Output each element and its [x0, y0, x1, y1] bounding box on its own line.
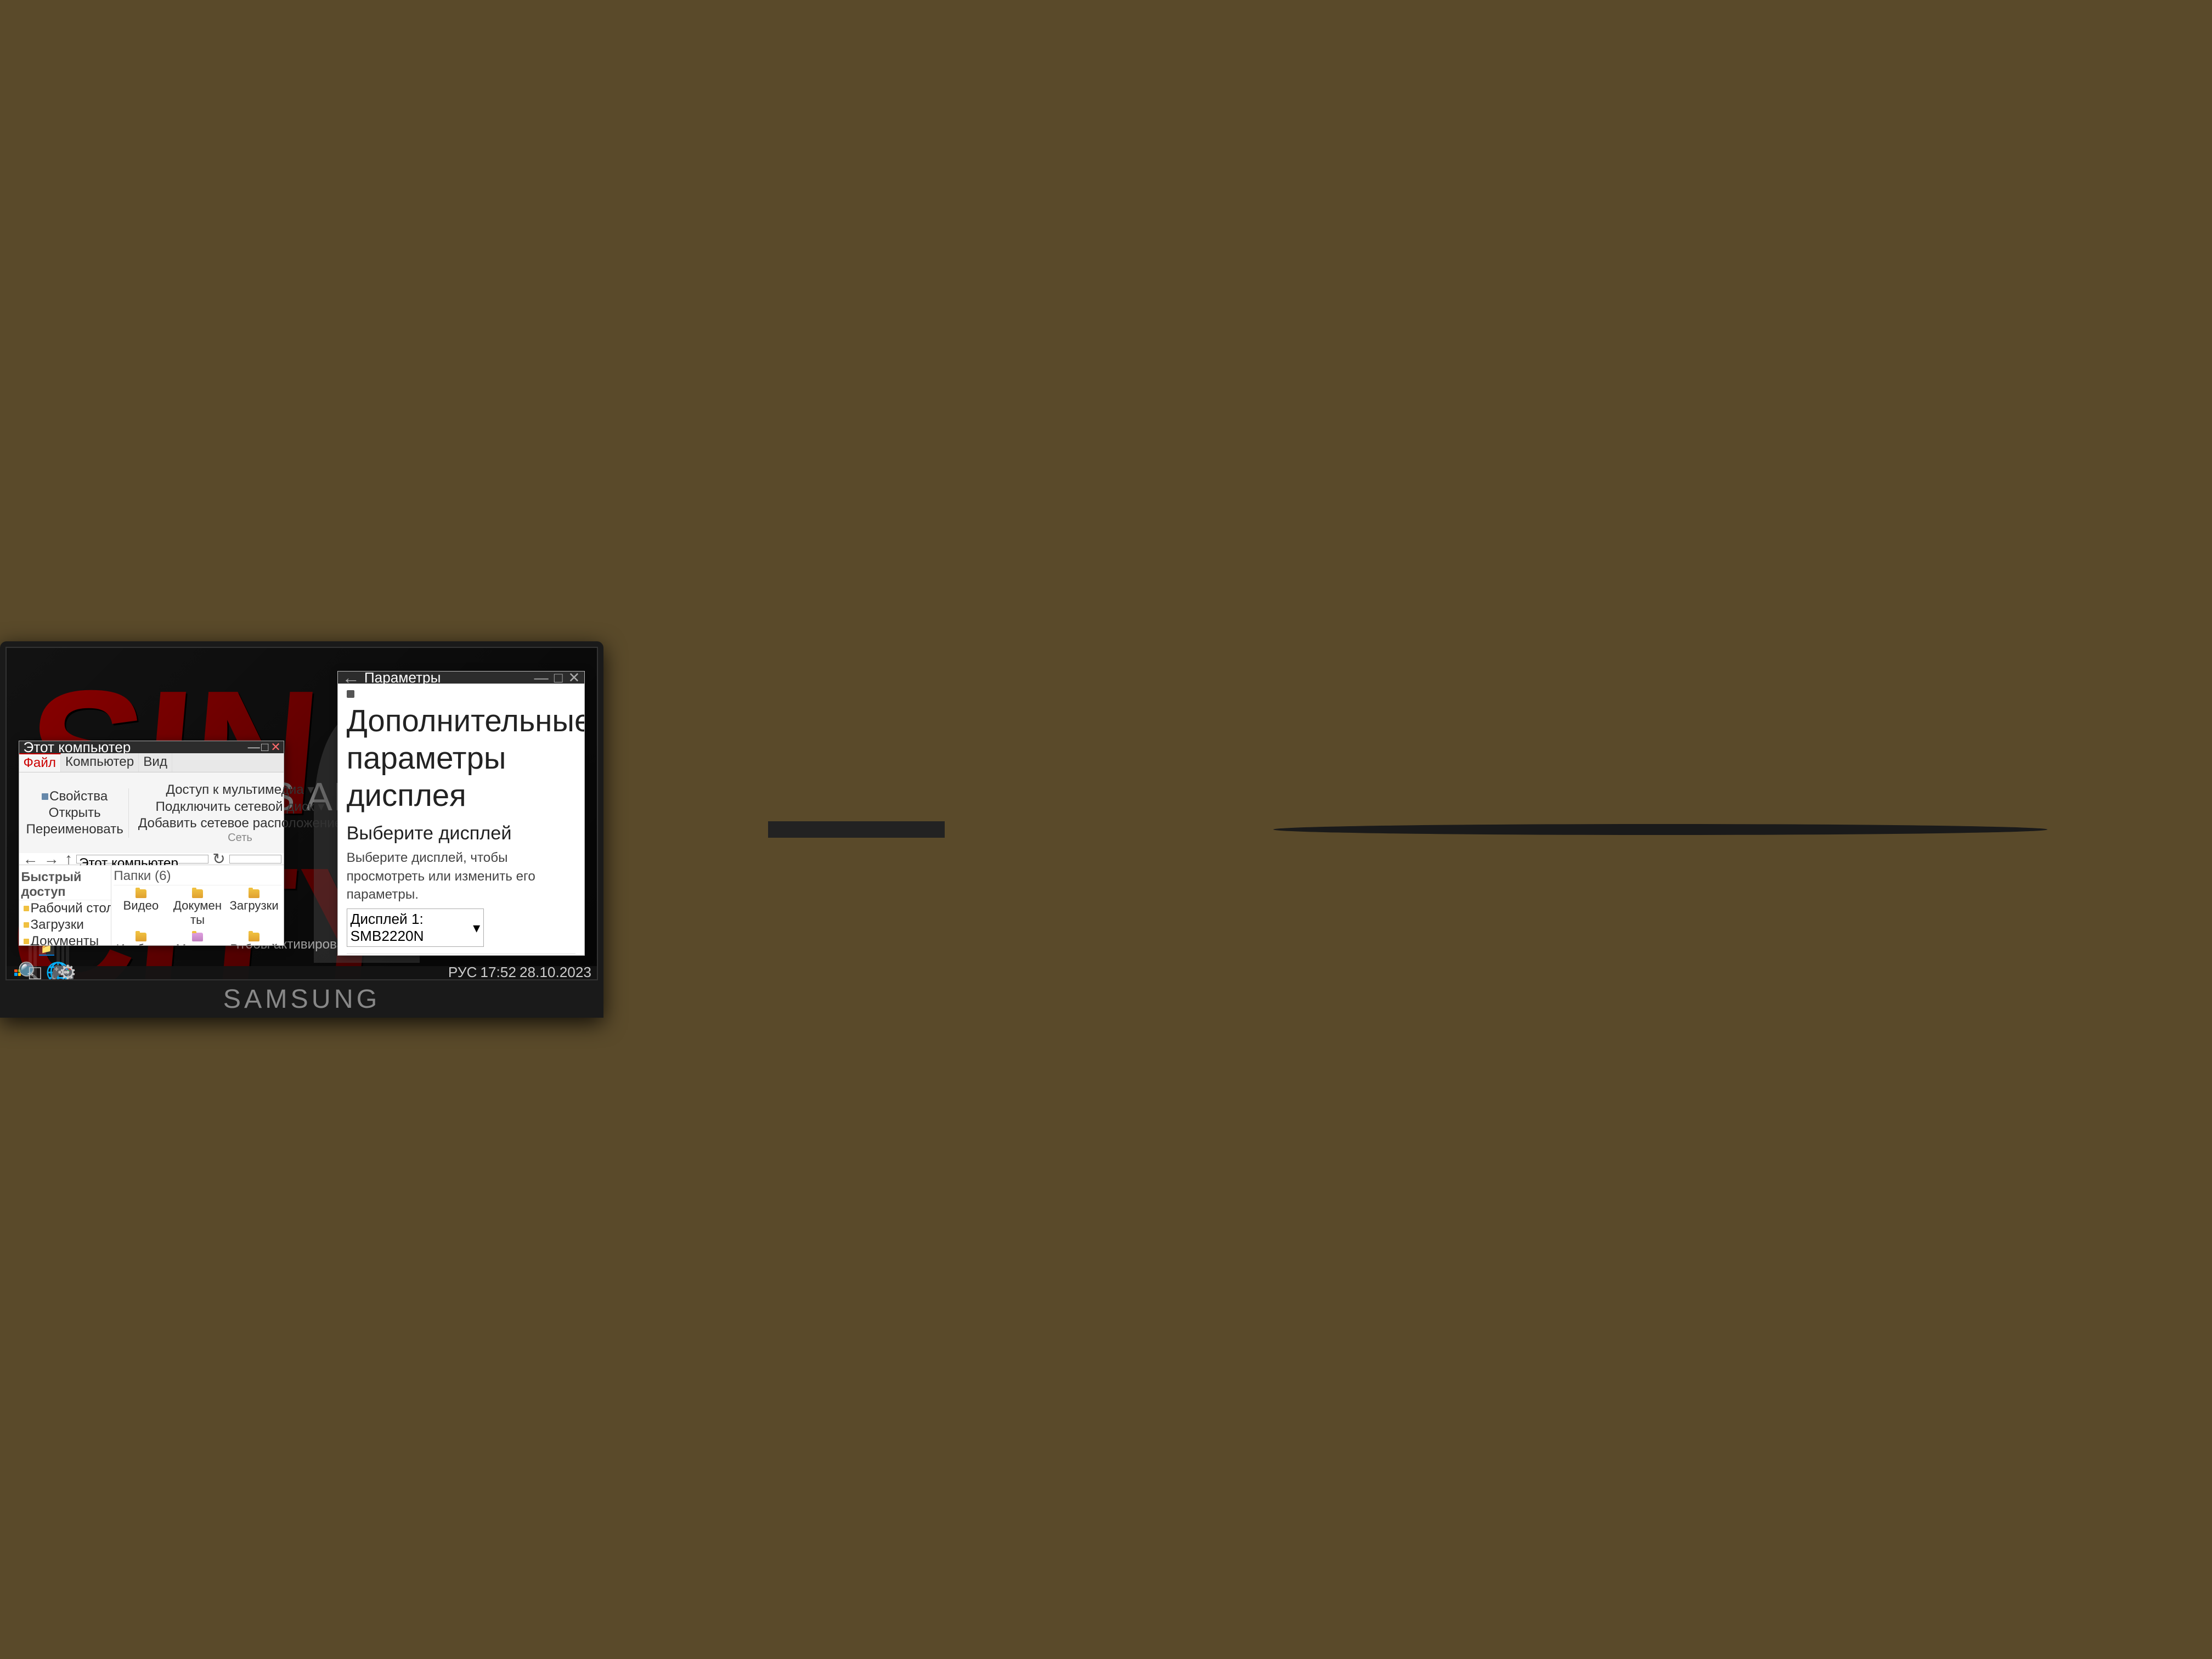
settings-divider	[347, 953, 576, 954]
search-field[interactable]	[229, 855, 281, 864]
ribbon-group-location: Свойства Открыть Переименовать	[21, 788, 129, 838]
file-explorer-window: Этот компьютер — □ ✕ Файл Компьютер Вид	[19, 741, 284, 946]
tab-computer[interactable]: Компьютер	[61, 753, 139, 772]
select-display-title: Выберите дисплей	[347, 823, 576, 844]
address-field[interactable]: Этот компьютер	[76, 855, 208, 864]
ribbon-group-network: Доступ к мультимедиа ▾ Подключить сетево…	[133, 781, 347, 844]
monitor-outer: SIN CITY IN THEATERS APRIL 1ST Этот комп…	[0, 641, 603, 1018]
folder-desktop[interactable]: Рабочий стол	[227, 931, 281, 945]
network-disk-button[interactable]: Подключить сетевой диск ▾	[154, 798, 326, 815]
address-bar: ← → ↑ Этот компьютер ↻	[19, 853, 284, 865]
properties-button[interactable]: Свойства	[40, 788, 109, 805]
settings-content: Дополнительные параметры дисплея Выберит…	[338, 684, 585, 955]
multimedia-button[interactable]: Доступ к мультимедиа ▾	[164, 781, 315, 798]
taskbar-right: РУС 17:52 28.10.2023	[448, 964, 595, 980]
sidebar-item-downloads[interactable]: Загрузки	[19, 917, 111, 933]
folders-section-header: Папки (6)	[114, 867, 281, 885]
tab-view[interactable]: Вид	[139, 753, 172, 772]
explorer-body: Быстрый доступ Рабочий стол Загрузки Док…	[19, 865, 284, 945]
ribbon-content: Свойства Открыть Переименовать Доступ к …	[19, 772, 284, 853]
taskbar-time: 17:52	[480, 964, 516, 980]
file-explorer-taskbar[interactable]: 📁	[39, 944, 54, 956]
minimize-button[interactable]: —	[251, 744, 257, 751]
taskbar-language: РУС	[448, 964, 477, 980]
sidebar-nav: Быстрый доступ Рабочий стол Загрузки Док…	[19, 865, 112, 945]
taskbar-date: 28.10.2023	[520, 964, 591, 980]
display-dropdown[interactable]: Дисплей 1: SMB2220N ▾	[347, 909, 484, 947]
explorer-window-controls: — □ ✕	[251, 744, 279, 751]
open-button[interactable]: Открыть	[47, 805, 103, 821]
folder-video[interactable]: Видео	[114, 888, 168, 929]
tab-file[interactable]: Файл	[19, 753, 61, 772]
settings-home-icon[interactable]	[347, 690, 354, 698]
monitor-brand: SAMSUNG	[5, 980, 598, 1018]
settings-titlebar: ← Параметры — □ ✕	[338, 672, 585, 684]
folder-documents[interactable]: Документы	[170, 888, 224, 929]
task-view-button[interactable]: □	[33, 944, 37, 980]
settings-panel: ← Параметры — □ ✕ Дополнительные парамет…	[337, 671, 585, 956]
explorer-titlebar: Этот компьютер — □ ✕	[19, 741, 284, 753]
ribbon-tabs: Файл Компьютер Вид	[19, 753, 284, 772]
screen: SIN CITY IN THEATERS APRIL 1ST Этот комп…	[5, 647, 598, 980]
add-network-button[interactable]: Добавить сетевое расположение	[137, 815, 343, 832]
close-button[interactable]: ✕	[273, 744, 279, 751]
monitor-stand-base	[1273, 824, 2047, 835]
folder-downloads[interactable]: Загрузки	[227, 888, 281, 929]
maximize-button[interactable]: □	[262, 744, 268, 751]
network-group-label: Сеть	[228, 832, 252, 844]
quick-access-header: Быстрый доступ	[19, 867, 111, 900]
taskbar-icons: 🔍 □ 📁 🌐 🎮 ⚙	[29, 944, 157, 980]
folder-music[interactable]: Музыка	[170, 931, 224, 945]
folders-grid: Видео Документы Загрузки Изображени	[114, 888, 281, 945]
settings-main-title: Дополнительные параметры дисплея	[347, 702, 576, 814]
files-area: Папки (6) Видео Документы Загрузки	[111, 865, 283, 945]
taskbar: 🔍 □ 📁 🌐 🎮 ⚙ РУС 17:52 28.10.2023	[7, 966, 597, 979]
rename-button[interactable]: Переименовать	[25, 821, 125, 838]
monitor-stand-neck	[768, 821, 945, 838]
settings-taskbar[interactable]: ⚙	[66, 944, 69, 980]
select-display-desc: Выберите дисплей, чтобы просмотреть или …	[347, 849, 576, 905]
sidebar-item-desktop[interactable]: Рабочий стол	[19, 900, 111, 917]
